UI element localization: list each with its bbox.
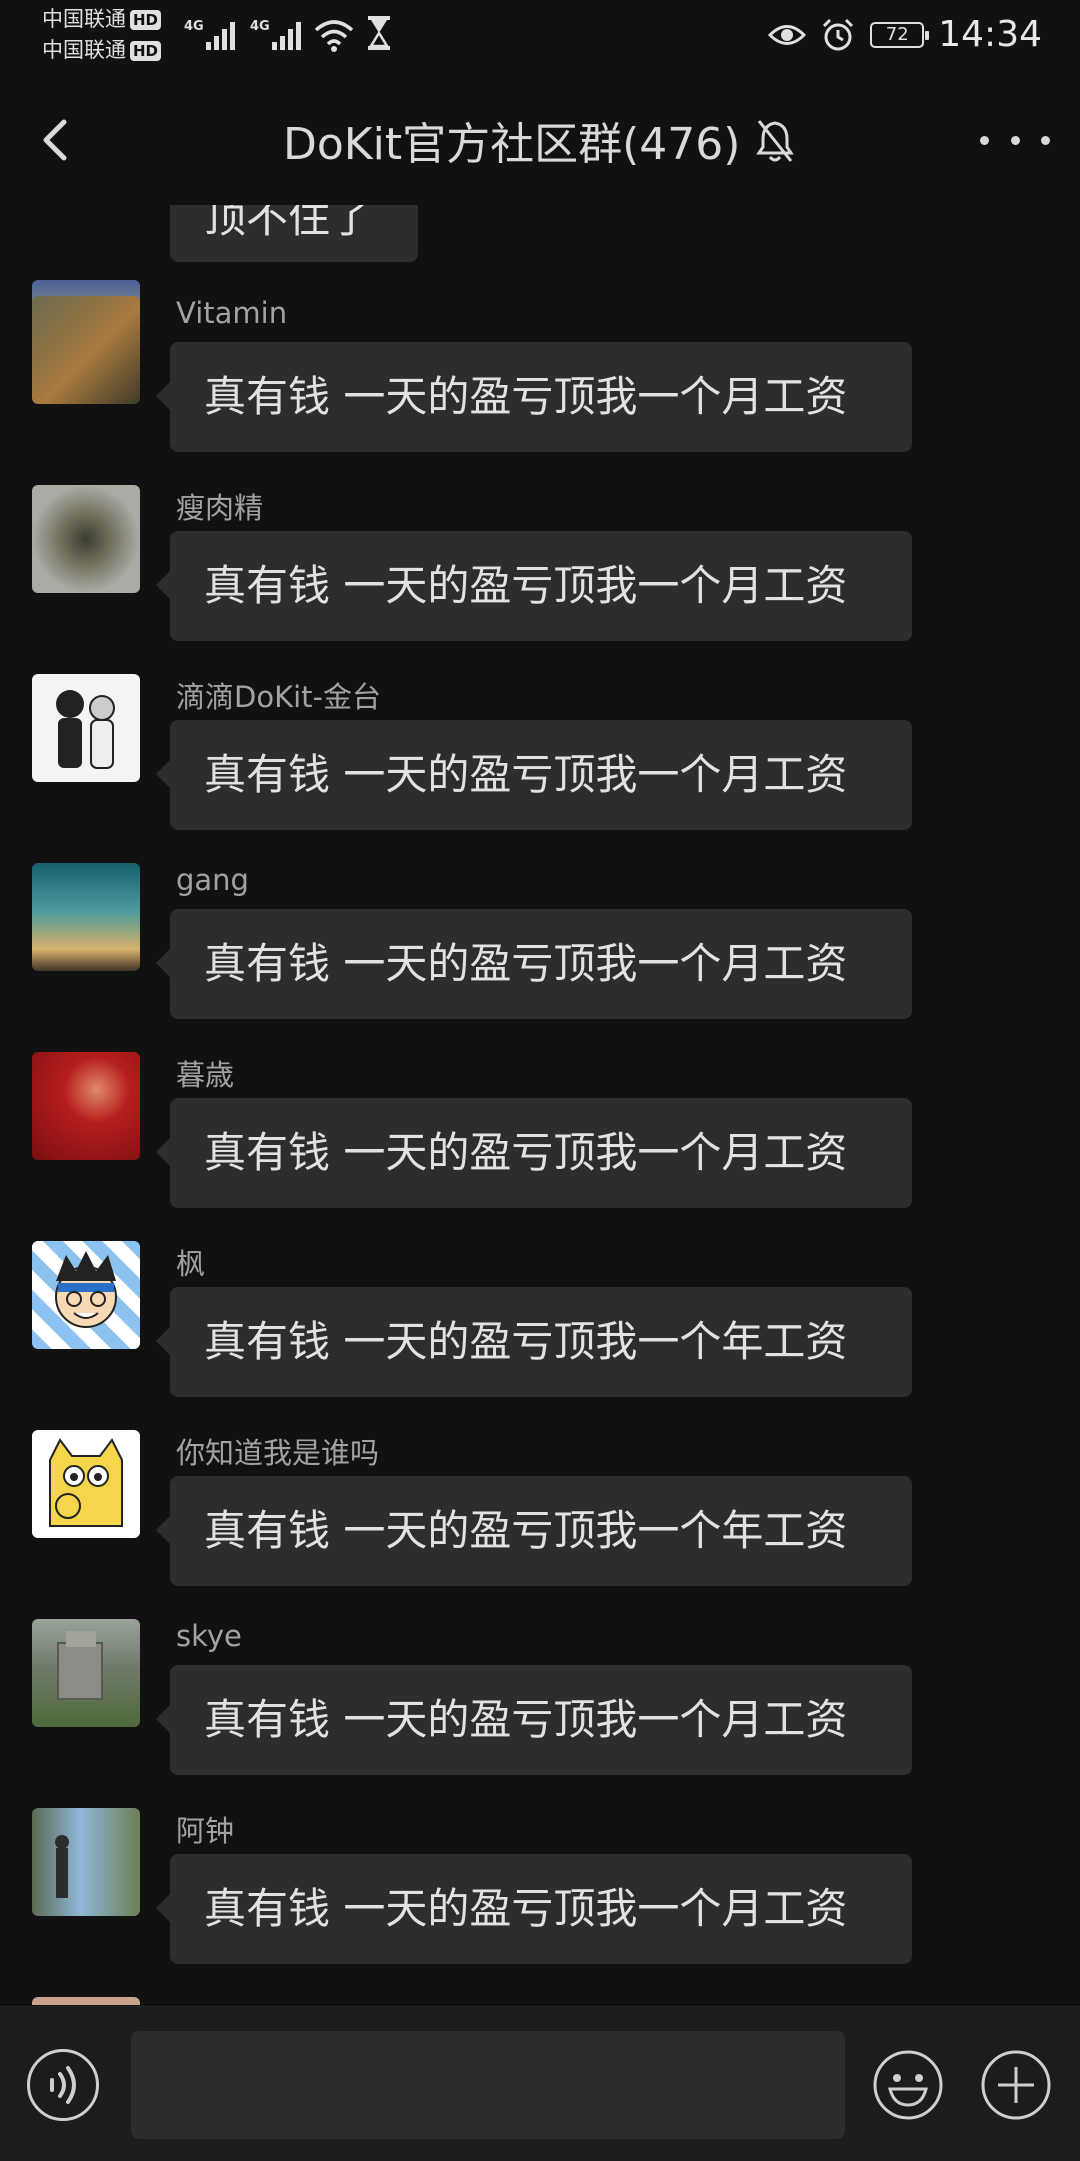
emoji-icon xyxy=(873,2050,943,2120)
avatar[interactable] xyxy=(32,674,140,782)
back-button[interactable] xyxy=(34,110,84,170)
message-bubble[interactable]: 真有钱 一天的盈亏顶我一个月工资 xyxy=(156,909,912,1019)
chevron-left-icon xyxy=(43,119,67,161)
battery-icon: 72 xyxy=(870,21,930,48)
avatar-illustration xyxy=(56,690,115,769)
voice-button[interactable] xyxy=(27,2049,99,2121)
avatar[interactable] xyxy=(32,1619,140,1727)
carrier-2: 中国联通 HD xyxy=(42,35,162,66)
message-bubble[interactable]: 真有钱 一天的盈亏顶我一个月工资 xyxy=(156,720,912,830)
message-bubble[interactable]: 真有钱 一天的盈亏顶我一个月工资 xyxy=(156,1665,912,1775)
message-bubble[interactable]: 真有钱 一天的盈亏顶我一个年工资 xyxy=(156,1476,912,1586)
plus-button[interactable] xyxy=(980,2049,1052,2121)
sender-name[interactable]: 你知道我是谁吗 xyxy=(176,1430,379,1472)
hd-badge: HD xyxy=(130,40,162,61)
sender-name[interactable]: Vitamin xyxy=(176,296,287,330)
signal-icon: 4G xyxy=(250,14,306,58)
carrier-info: 中国联通 HD 中国联通 HD xyxy=(42,4,162,66)
bell-off-icon xyxy=(756,120,794,162)
mute-indicator xyxy=(755,117,795,167)
avatar[interactable] xyxy=(32,485,140,593)
chat-header: DoKit官方社区群(476) xyxy=(0,70,1080,205)
hd-badge: HD xyxy=(130,9,162,30)
input-bar xyxy=(0,2006,1080,2161)
sender-name[interactable]: 滴滴DoKit-金台 xyxy=(176,674,381,716)
emoji-button[interactable] xyxy=(872,2049,944,2121)
message-list: 顶不住了 Vitamin 真有钱 一天的盈亏顶我一个月工资 瘦肉精 真有钱 一天… xyxy=(0,0,1080,2005)
avatar[interactable] xyxy=(32,1808,140,1916)
sender-name[interactable]: 暮歳 xyxy=(176,1052,234,1094)
hourglass-icon xyxy=(364,14,394,58)
avatar-illustration xyxy=(55,1251,117,1328)
message-bubble[interactable]: 真有钱 一天的盈亏顶我一个月工资 xyxy=(156,531,912,641)
more-dots-icon xyxy=(980,135,989,145)
status-bar: 中国联通 HD 中国联通 HD 4G 4G 72 14:34 xyxy=(0,0,1080,70)
avatar-illustration xyxy=(55,1835,69,1898)
eye-icon xyxy=(768,24,807,45)
message-bubble[interactable]: 真有钱 一天的盈亏顶我一个月工资 xyxy=(156,342,912,452)
message-bubble[interactable]: 真有钱 一天的盈亏顶我一个月工资 xyxy=(156,1854,912,1964)
message-bubble[interactable]: 真有钱 一天的盈亏顶我一个月工资 xyxy=(156,1098,912,1208)
sender-name[interactable]: 阿钟 xyxy=(176,1808,234,1850)
signal-icon: 4G xyxy=(184,14,240,58)
avatar[interactable] xyxy=(32,1241,140,1349)
sender-name[interactable]: 枫 xyxy=(176,1241,205,1283)
voice-icon xyxy=(50,2066,76,2104)
battery-level: 72 xyxy=(885,24,909,45)
carrier-2-label: 中国联通 xyxy=(42,38,126,62)
sender-name[interactable]: gang xyxy=(176,863,249,897)
avatar[interactable] xyxy=(32,1052,140,1160)
more-dots-icon xyxy=(1041,135,1050,145)
wifi-icon xyxy=(312,14,356,58)
avatar[interactable] xyxy=(32,1997,140,2005)
avatar[interactable] xyxy=(32,296,140,404)
more-dots-icon xyxy=(1010,135,1020,145)
message-bubble[interactable]: 真有钱 一天的盈亏顶我一个年工资 xyxy=(156,1287,912,1397)
plus-icon xyxy=(981,2050,1051,2120)
status-time: 14:34 xyxy=(938,14,1042,55)
chat-title: DoKit官方社区群(476) xyxy=(283,119,741,170)
avatar-illustration xyxy=(49,1438,123,1527)
avatar[interactable] xyxy=(32,863,140,971)
more-options-button[interactable] xyxy=(980,120,1050,160)
carrier-1-label: 中国联通 xyxy=(42,7,126,31)
network-type-label: 4G xyxy=(250,19,270,34)
sender-name[interactable]: skye xyxy=(176,1619,242,1653)
network-type-label: 4G xyxy=(184,19,204,34)
carrier-1: 中国联通 HD xyxy=(42,4,162,35)
avatar[interactable] xyxy=(32,1430,140,1538)
status-right: 72 14:34 xyxy=(768,14,1042,55)
avatar-illustration xyxy=(57,1631,103,1700)
alarm-icon xyxy=(823,18,854,50)
sender-name[interactable]: 瘦肉精 xyxy=(176,485,263,527)
message-input[interactable] xyxy=(131,2031,845,2139)
